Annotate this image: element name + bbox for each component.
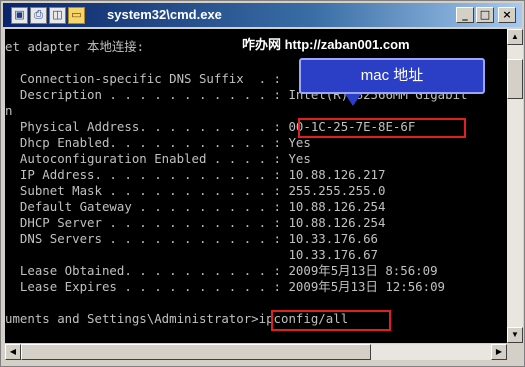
console-line-dhcp-enabled: Dhcp Enabled. . . . . . . . . . . : Yes <box>5 135 311 150</box>
console-line-autoconfig: Autoconfiguration Enabled . . . . : Yes <box>5 151 311 166</box>
horizontal-scroll-thumb[interactable] <box>21 344 371 360</box>
vertical-scroll-thumb[interactable] <box>507 59 523 99</box>
console-line-dhcp-server: DHCP Server . . . . . . . . . . . : 10.8… <box>5 215 386 230</box>
console-line-dns-servers: DNS Servers . . . . . . . . . . . : 10.3… <box>5 231 378 246</box>
console-line-lease-expires: Lease Expires . . . . . . . . . . : 2009… <box>5 279 446 294</box>
console-line-default-gateway: Default Gateway . . . . . . . . . : 10.8… <box>5 199 386 214</box>
command-highlight <box>271 310 391 331</box>
maximize-button[interactable]: □ <box>476 7 494 23</box>
console-line-adapter: et adapter 本地连接: <box>5 39 145 54</box>
close-button[interactable]: × <box>498 7 516 23</box>
console-line-lease-obtained: Lease Obtained. . . . . . . . . . : 2009… <box>5 263 438 278</box>
console-line-ip-address: IP Address. . . . . . . . . . . . : 10.8… <box>5 167 386 182</box>
callout-pointer <box>345 94 361 106</box>
print-icon[interactable]: ⎙ <box>30 7 47 24</box>
title-bar[interactable]: ▣ ⎙ ◫ ▭ system32\cmd.exe _ □ × <box>3 3 522 27</box>
console-line-dns-servers-2: 10.33.176.67 <box>5 247 378 262</box>
folder-icon[interactable]: ▭ <box>68 7 85 24</box>
preview-icon[interactable]: ◫ <box>49 7 66 24</box>
console-line-wrap: n <box>5 103 13 118</box>
window-controls: _ □ × <box>456 7 516 23</box>
scroll-down-icon[interactable]: ▼ <box>507 327 523 343</box>
quick-access-toolbar: ▣ ⎙ ◫ ▭ <box>11 7 85 25</box>
mac-address-highlight <box>298 118 466 138</box>
scroll-up-icon[interactable]: ▲ <box>507 29 523 45</box>
scrollbar-corner <box>507 344 523 360</box>
watermark: 咋办网 http://zaban001.com <box>242 37 410 52</box>
save-icon[interactable]: ▣ <box>11 7 28 24</box>
scroll-right-icon[interactable]: ▶ <box>491 344 507 360</box>
scroll-left-icon[interactable]: ◀ <box>5 344 21 360</box>
console-line-dns-suffix: Connection-specific DNS Suffix . : <box>5 71 282 86</box>
window-title: system32\cmd.exe <box>107 7 222 22</box>
console-line-subnet-mask: Subnet Mask . . . . . . . . . . . : 255.… <box>5 183 386 198</box>
vertical-scrollbar[interactable]: ▲ ▼ <box>507 29 523 343</box>
mac-address-callout: mac 地址 <box>299 58 485 94</box>
horizontal-scrollbar[interactable]: ◀ ▶ <box>5 344 507 360</box>
minimize-button[interactable]: _ <box>456 7 474 23</box>
cmd-window: ▣ ⎙ ◫ ▭ system32\cmd.exe _ □ × et adapte… <box>0 0 525 367</box>
